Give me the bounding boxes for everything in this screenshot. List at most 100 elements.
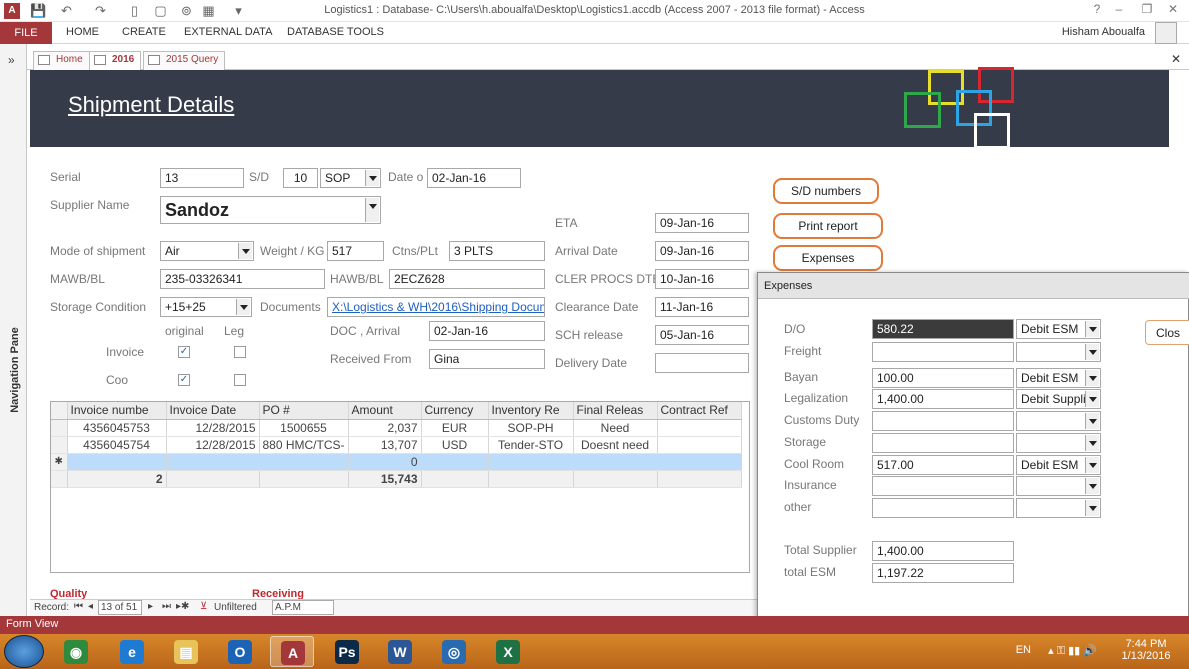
do-account-select[interactable]: Debit ESM bbox=[1016, 319, 1101, 339]
tray-icons[interactable]: ▴ ⚿ ▮▮ 🔊 bbox=[1048, 644, 1097, 658]
table-cell[interactable] bbox=[166, 453, 260, 471]
tab-2016[interactable]: 2016 bbox=[89, 51, 142, 71]
user-name[interactable]: Hisham Aboualfa bbox=[1062, 26, 1145, 38]
mode-select[interactable]: Air bbox=[160, 241, 254, 261]
close-document-icon[interactable]: ✕ bbox=[1171, 52, 1181, 66]
invoice-datasheet[interactable]: Invoice numbe Invoice Date PO # Amount C… bbox=[50, 401, 750, 573]
clock[interactable]: 7:44 PM 1/13/2016 bbox=[1111, 638, 1181, 662]
serial-field[interactable]: 13 bbox=[160, 168, 244, 188]
taskbar-ie-icon[interactable]: e bbox=[110, 636, 154, 667]
table-cell[interactable] bbox=[657, 419, 742, 437]
search-input[interactable]: A.P.M bbox=[272, 600, 334, 615]
column-header[interactable]: Inventory Re bbox=[488, 402, 574, 420]
freight-amount-field[interactable] bbox=[872, 342, 1014, 362]
filter-icon[interactable]: ⊻ bbox=[200, 601, 207, 612]
close-window-icon[interactable]: ✕ bbox=[1164, 2, 1182, 16]
coolroom-amount-field[interactable]: 517.00 bbox=[872, 455, 1014, 475]
supplier-select[interactable]: Sandoz bbox=[160, 196, 381, 224]
doc-arrival-field[interactable]: 02-Jan-16 bbox=[429, 321, 545, 341]
do-amount-field[interactable]: 580.22 bbox=[872, 319, 1014, 339]
column-header[interactable]: Currency bbox=[421, 402, 489, 420]
table-cell[interactable]: Need bbox=[573, 419, 658, 437]
eta-field[interactable]: 09-Jan-16 bbox=[655, 213, 749, 233]
tab-home[interactable]: HOME bbox=[66, 26, 99, 38]
tab-create[interactable]: CREATE bbox=[122, 26, 166, 38]
minimize-icon[interactable]: – bbox=[1110, 2, 1128, 16]
clearance-field[interactable]: 11-Jan-16 bbox=[655, 297, 749, 317]
taskbar-explorer-icon[interactable]: ▤ bbox=[164, 636, 208, 667]
taskbar-word-icon[interactable]: W bbox=[378, 636, 422, 667]
table-cell[interactable]: 880 HMC/TCS- bbox=[259, 436, 349, 454]
previous-record-icon[interactable]: ◂ bbox=[88, 601, 93, 612]
hawb-field[interactable]: 2ECZ628 bbox=[389, 269, 545, 289]
select-all-cell[interactable] bbox=[51, 402, 68, 420]
new-record-icon[interactable]: ✱ bbox=[51, 453, 68, 471]
last-record-icon[interactable]: ⏭ bbox=[162, 601, 171, 612]
chevron-down-icon[interactable] bbox=[1085, 413, 1099, 429]
insurance-account-select[interactable] bbox=[1016, 476, 1101, 496]
start-button[interactable] bbox=[4, 635, 44, 668]
expenses-button[interactable]: Expenses bbox=[773, 245, 883, 271]
taskbar-access-icon[interactable]: A bbox=[270, 636, 314, 667]
customs-account-select[interactable] bbox=[1016, 411, 1101, 431]
cler-field[interactable]: 10-Jan-16 bbox=[655, 269, 749, 289]
expand-nav-icon[interactable]: » bbox=[8, 53, 15, 67]
table-row[interactable]: 4356045753 12/28/2015 1500655 2,037 EUR … bbox=[51, 419, 742, 437]
invoice-leg-checkbox[interactable] bbox=[234, 346, 246, 358]
row-selector[interactable] bbox=[51, 436, 68, 454]
other-account-select[interactable] bbox=[1016, 498, 1101, 518]
column-header[interactable]: Invoice numbe bbox=[67, 402, 167, 420]
coolroom-account-select[interactable]: Debit ESM bbox=[1016, 455, 1101, 475]
print-report-button[interactable]: Print report bbox=[773, 213, 883, 239]
total-supplier-field[interactable]: 1,400.00 bbox=[872, 541, 1014, 561]
chevron-down-icon[interactable] bbox=[236, 299, 250, 315]
chevron-down-icon[interactable] bbox=[1085, 457, 1099, 473]
ctns-field[interactable]: 3 PLTS bbox=[449, 241, 545, 261]
navigation-pane[interactable]: » Navigation Pane bbox=[0, 44, 27, 616]
table-cell[interactable]: Tender-STO bbox=[488, 436, 574, 454]
table-cell[interactable]: 13,707 bbox=[348, 436, 422, 454]
taskbar-chrome-icon[interactable]: ◉ bbox=[54, 636, 98, 667]
navigation-pane-label[interactable]: Navigation Pane bbox=[9, 325, 21, 415]
table-cell[interactable] bbox=[657, 453, 742, 471]
insurance-amount-field[interactable] bbox=[872, 476, 1014, 496]
chevron-down-icon[interactable] bbox=[1085, 500, 1099, 516]
bayan-account-select[interactable]: Debit ESM bbox=[1016, 368, 1101, 388]
row-selector[interactable] bbox=[51, 419, 68, 437]
column-header[interactable]: Contract Ref bbox=[657, 402, 742, 420]
other-amount-field[interactable] bbox=[872, 498, 1014, 518]
received-field[interactable]: Gina bbox=[429, 349, 545, 369]
table-cell[interactable] bbox=[259, 453, 349, 471]
new-record-nav-icon[interactable]: ▸✱ bbox=[176, 601, 189, 612]
chevron-down-icon[interactable] bbox=[1085, 344, 1099, 360]
legalization-amount-field[interactable]: 1,400.00 bbox=[872, 389, 1014, 409]
column-header[interactable]: Amount bbox=[348, 402, 422, 420]
table-cell[interactable]: Doesnt need bbox=[573, 436, 658, 454]
filter-status[interactable]: Unfiltered bbox=[214, 602, 257, 613]
storage-select[interactable]: +15+25 bbox=[160, 297, 252, 317]
avatar[interactable] bbox=[1155, 22, 1177, 44]
table-cell[interactable]: EUR bbox=[421, 419, 489, 437]
invoice-original-checkbox[interactable]: ✓ bbox=[178, 346, 190, 358]
documents-link[interactable]: X:\Logistics & WH\2016\Shipping Docum bbox=[327, 297, 545, 317]
customs-amount-field[interactable] bbox=[872, 411, 1014, 431]
table-cell[interactable] bbox=[573, 453, 658, 471]
column-header[interactable]: Final Releas bbox=[573, 402, 658, 420]
language-indicator[interactable]: EN bbox=[1016, 644, 1031, 656]
chevron-down-icon[interactable] bbox=[1085, 321, 1099, 337]
total-esm-field[interactable]: 1,197.22 bbox=[872, 563, 1014, 583]
table-cell[interactable]: 4356045753 bbox=[67, 419, 167, 437]
taskbar-photoshop-icon[interactable]: Ps bbox=[325, 636, 369, 667]
chevron-down-icon[interactable] bbox=[365, 198, 379, 222]
restore-icon[interactable]: ❐ bbox=[1138, 2, 1156, 16]
next-record-icon[interactable]: ▸ bbox=[148, 601, 153, 612]
chevron-down-icon[interactable] bbox=[1085, 391, 1099, 407]
close-dialog-button[interactable]: Clos bbox=[1145, 320, 1189, 345]
storage-amount-field[interactable] bbox=[872, 433, 1014, 453]
sch-field[interactable]: 05-Jan-16 bbox=[655, 325, 749, 345]
arrival-field[interactable]: 09-Jan-16 bbox=[655, 241, 749, 261]
sd-numbers-button[interactable]: S/D numbers bbox=[773, 178, 879, 204]
coo-original-checkbox[interactable]: ✓ bbox=[178, 374, 190, 386]
table-cell[interactable] bbox=[657, 436, 742, 454]
taskbar-outlook-icon[interactable]: O bbox=[218, 636, 262, 667]
